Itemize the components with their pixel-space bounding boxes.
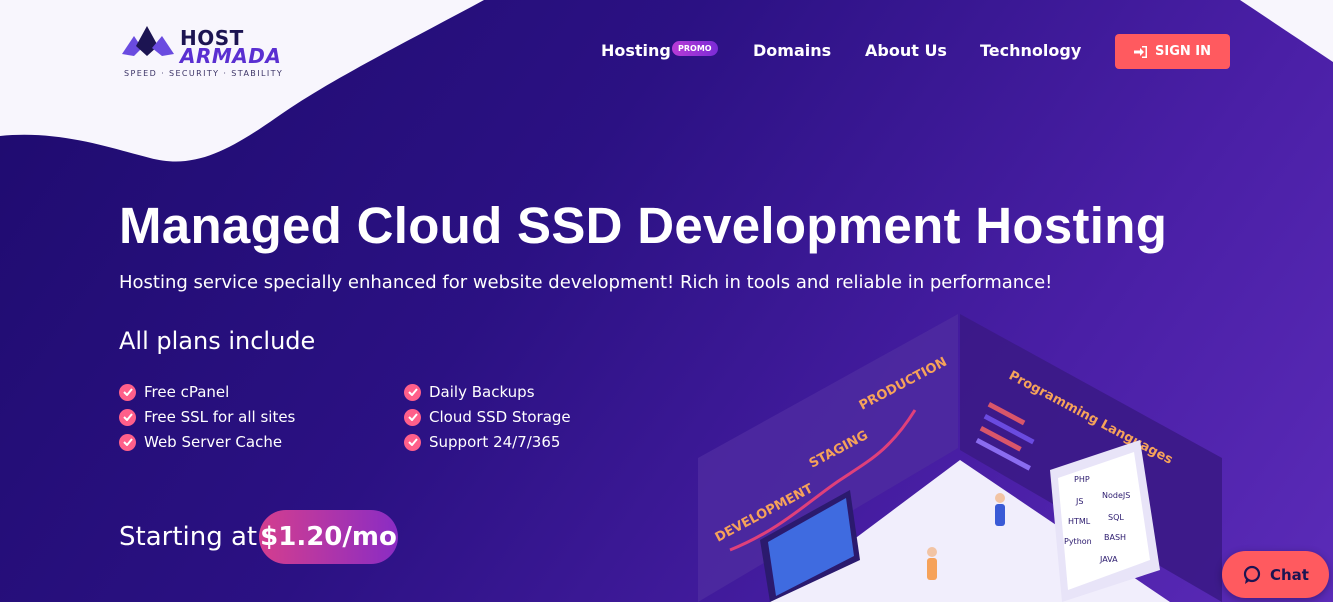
price-badge: $1.20/mo [259, 510, 398, 564]
plans-heading: All plans include [119, 327, 316, 355]
feature-label: Cloud SSD Storage [429, 408, 571, 426]
language-item: PHP [1074, 475, 1090, 484]
hero-subtitle: Hosting service specially enhanced for w… [119, 272, 1053, 293]
feature-label: Daily Backups [429, 383, 535, 401]
feature-item: Cloud SSD Storage [404, 408, 571, 426]
feature-label: Support 24/7/365 [429, 433, 561, 451]
logo-text-armada: ARMADA [180, 44, 282, 68]
chat-bubble-icon [1243, 565, 1261, 584]
feature-item: Web Server Cache [119, 433, 282, 451]
language-item: NodeJS [1102, 491, 1130, 500]
nav-technology[interactable]: Technology [980, 41, 1081, 60]
check-circle-icon [404, 383, 421, 401]
hosting-illustration: DEVELOPMENT STAGING PRODUCTION Programmi… [698, 314, 1222, 602]
language-item: HTML [1068, 517, 1091, 526]
sign-in-icon [1134, 45, 1147, 58]
language-item: SQL [1108, 513, 1124, 522]
nav-about-us[interactable]: About Us [865, 41, 947, 60]
chat-button[interactable]: Chat [1222, 551, 1329, 598]
promo-badge: PROMO [672, 41, 718, 56]
feature-label: Free cPanel [144, 383, 230, 401]
feature-label: Web Server Cache [144, 433, 283, 451]
feature-item: Daily Backups [404, 383, 535, 401]
page-title: Managed Cloud SSD Development Hosting [119, 197, 1168, 254]
language-item: BASH [1104, 533, 1126, 542]
language-item: JS [1075, 497, 1083, 506]
nav-domains[interactable]: Domains [753, 41, 831, 60]
check-circle-icon [404, 408, 421, 426]
sign-in-button[interactable]: SIGN IN [1115, 34, 1230, 69]
feature-item: Support 24/7/365 [404, 433, 560, 451]
check-circle-icon [404, 433, 421, 451]
starting-at-label: Starting at [119, 522, 258, 552]
sign-in-label: SIGN IN [1155, 44, 1211, 59]
check-circle-icon [119, 383, 136, 401]
chat-label: Chat [1270, 565, 1309, 584]
feature-label: Free SSL for all sites [144, 408, 296, 426]
check-circle-icon [119, 433, 136, 451]
language-item: Python [1064, 537, 1092, 546]
logo-tagline: SPEED · SECURITY · STABILITY [124, 69, 284, 78]
feature-item: Free cPanel [119, 383, 229, 401]
logo-mark-icon [122, 26, 174, 56]
check-circle-icon [119, 408, 136, 426]
feature-item: Free SSL for all sites [119, 408, 295, 426]
language-item: JAVA [1099, 555, 1118, 564]
nav-hosting[interactable]: Hosting [601, 41, 671, 60]
host-armada-logo[interactable]: HOST ARMADA SPEED · SECURITY · STABILITY [120, 24, 290, 82]
